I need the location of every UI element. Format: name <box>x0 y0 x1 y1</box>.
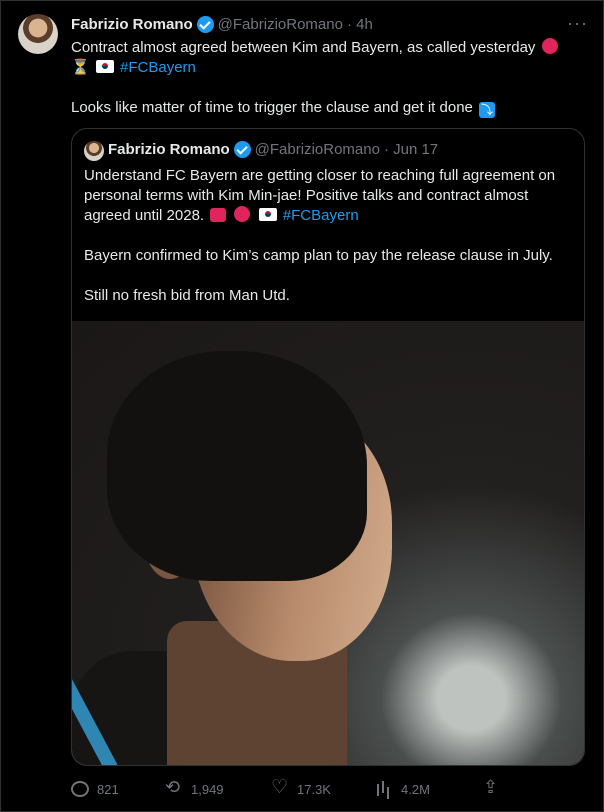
korea-flag-emoji <box>95 60 114 73</box>
like-icon <box>271 776 289 799</box>
quote-header: Fabrizio Romano @FabrizioRomano · Jun 17 <box>108 141 438 158</box>
like-count: 17.3K <box>297 781 331 797</box>
quote-handle: @FabrizioRomano <box>254 141 380 158</box>
action-bar: 821 1,949 17.3K 4.2M <box>71 776 581 799</box>
hair <box>107 351 367 581</box>
quote-text: Understand FC Bayern are getting closer … <box>84 166 574 326</box>
tweet-line-2: Looks like matter of time to trigger the… <box>71 99 473 116</box>
tweet-time[interactable]: · 4h <box>347 16 373 33</box>
views-icon <box>375 780 393 798</box>
quote-hashtag-link[interactable]: #FCBayern <box>283 207 359 224</box>
tweet-header: Fabrizio Romano @FabrizioRomano · 4h <box>71 14 373 34</box>
korea-flag-emoji <box>258 208 277 221</box>
siren-emoji <box>210 208 227 222</box>
player-photo[interactable] <box>72 321 584 765</box>
quote-author-name: Fabrizio Romano <box>108 141 230 158</box>
author-name[interactable]: Fabrizio Romano <box>71 16 193 33</box>
hashtag-link[interactable]: #FCBayern <box>120 59 196 76</box>
like-button[interactable]: 17.3K <box>271 776 375 799</box>
hourglass-emoji: ⏳ <box>71 59 90 76</box>
quote-paragraph-3: Still no fresh bid from Man Utd. <box>84 287 290 304</box>
avatar[interactable] <box>18 14 58 54</box>
red-circle-emoji <box>541 38 558 54</box>
quote-avatar <box>84 141 104 161</box>
retweet-icon <box>165 777 183 798</box>
reply-button[interactable]: 821 <box>71 781 165 797</box>
arrow-down-emoji: ⤵ <box>479 102 496 118</box>
red-circle-emoji <box>234 206 251 222</box>
verified-badge-icon <box>196 15 214 33</box>
retweet-count: 1,949 <box>191 781 224 797</box>
verified-badge-icon <box>233 141 251 158</box>
more-icon[interactable]: ··· <box>567 13 588 34</box>
quote-paragraph-2: Bayern confirmed to Kim’s camp plan to p… <box>84 247 553 264</box>
share-button[interactable] <box>483 777 501 798</box>
share-icon <box>483 777 501 798</box>
tweet-line-1: Contract almost agreed between Kim and B… <box>71 39 536 56</box>
view-count: 4.2M <box>401 781 430 797</box>
quote-time: · Jun 17 <box>383 141 439 158</box>
quoted-tweet[interactable]: Fabrizio Romano @FabrizioRomano · Jun 17… <box>71 128 585 766</box>
reply-icon <box>71 781 89 797</box>
views-button[interactable]: 4.2M <box>375 780 483 798</box>
retweet-button[interactable]: 1,949 <box>165 777 271 798</box>
tweet-text: Contract almost agreed between Kim and B… <box>71 38 581 138</box>
reply-count: 821 <box>97 781 119 797</box>
tweet-card: Fabrizio Romano @FabrizioRomano · 4h ···… <box>0 0 604 812</box>
author-handle[interactable]: @FabrizioRomano <box>218 16 343 33</box>
